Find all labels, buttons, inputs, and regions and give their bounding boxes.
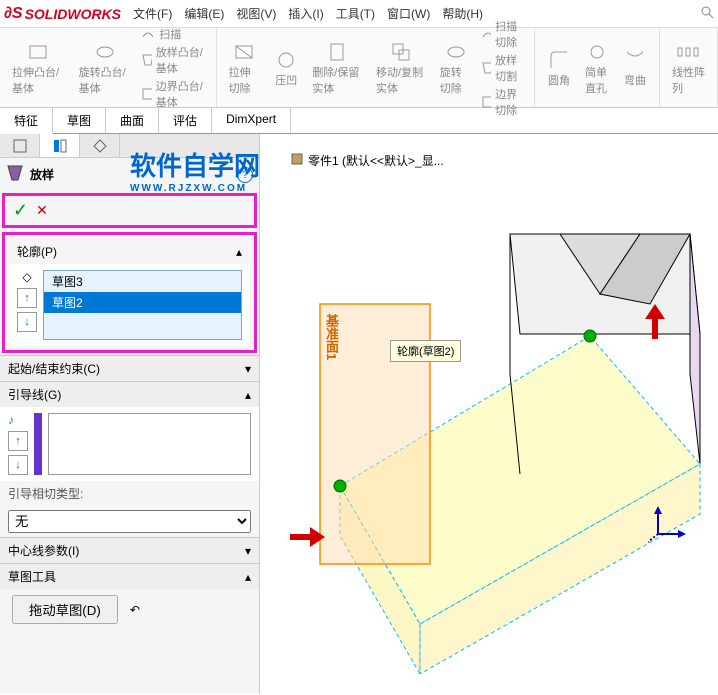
tangent-type-select[interactable]: 无 xyxy=(8,510,251,533)
sketch-tools-header[interactable]: 草图工具 ▴ xyxy=(0,564,259,589)
extrude-boss-button[interactable]: 拉伸凸台/基体 xyxy=(8,38,69,98)
tab-dimxpert[interactable]: DimXpert xyxy=(212,108,291,133)
property-manager: 放样 ? ✓ ✕ 轮廓(P) ▴ ◇ ↑ ↓ 草图3 xyxy=(0,134,260,694)
centerline-section: 中心线参数(I) ▾ xyxy=(0,537,259,563)
tangent-type-label: 引导相切类型: xyxy=(0,481,259,506)
indent-button[interactable]: 压凹 xyxy=(270,46,302,90)
tab-evaluate[interactable]: 评估 xyxy=(159,108,212,133)
model-view[interactable] xyxy=(260,134,718,674)
menu-file[interactable]: 文件(F) xyxy=(133,5,172,22)
sweep-button[interactable]: 扫描 xyxy=(141,26,207,42)
reference-plane-label[interactable]: 基准面1 xyxy=(322,314,341,360)
menu-bar: ∂S SOLIDWORKS 文件(F) 编辑(E) 视图(V) 插入(I) 工具… xyxy=(0,0,718,28)
sketch-tools-section: 草图工具 ▴ 拖动草图(D) ↶ xyxy=(0,563,259,630)
manipulator-arrow-horizontal[interactable] xyxy=(285,522,325,552)
menu-window[interactable]: 窗口(W) xyxy=(387,5,430,22)
confirm-bar: ✓ ✕ xyxy=(2,193,257,228)
guide-move-down-button[interactable]: ↓ xyxy=(8,455,28,475)
list-item[interactable]: 草图3 xyxy=(44,271,241,292)
menu-insert[interactable]: 插入(I) xyxy=(288,5,323,22)
tab-surfaces[interactable]: 曲面 xyxy=(106,108,159,133)
extrude-cut-button[interactable]: 拉伸切除 xyxy=(225,38,265,98)
menu-tools[interactable]: 工具(T) xyxy=(336,5,375,22)
guides-listbox[interactable] xyxy=(48,413,251,475)
guide-move-up-button[interactable]: ↑ xyxy=(8,431,28,451)
command-tabs: 特征 草图 曲面 评估 DimXpert xyxy=(0,108,718,134)
profiles-section: 轮廓(P) ▴ ◇ ↑ ↓ 草图3 草图2 xyxy=(2,232,257,353)
app-logo: ∂S SOLIDWORKS xyxy=(4,5,121,23)
delete-keep-button[interactable]: 删除/保留实体 xyxy=(308,38,366,98)
fillet-button[interactable]: 圆角 xyxy=(543,46,575,90)
sidebar-tab-config[interactable] xyxy=(80,134,120,157)
sidebar-tab-feature-tree[interactable] xyxy=(0,134,40,157)
profile-diamond-icon: ◇ xyxy=(17,270,37,284)
ribbon: 拉伸凸台/基体 旋转凸台/基体 扫描 放样凸台/基体 边界凸台/基体 拉伸切除 … xyxy=(0,28,718,108)
chevron-down-icon: ▾ xyxy=(245,362,251,376)
chevron-up-icon: ▴ xyxy=(236,245,242,259)
drag-sketch-button[interactable]: 拖动草图(D) xyxy=(12,595,118,624)
revolve-boss-button[interactable]: 旋转凸台/基体 xyxy=(75,38,136,98)
tab-sketch[interactable]: 草图 xyxy=(53,108,106,133)
menu-help[interactable]: 帮助(H) xyxy=(442,5,483,22)
chevron-up-icon: ▴ xyxy=(245,388,251,402)
guide-color-bar xyxy=(34,413,42,475)
revolve-cut-button[interactable]: 旋转切除 xyxy=(436,38,476,98)
menu-view[interactable]: 视图(V) xyxy=(236,5,276,22)
guide-curve-icon: ♪ xyxy=(8,413,28,427)
linear-pattern-button[interactable]: 线性阵列 xyxy=(668,38,709,98)
constraints-section: 起始/结束约束(C) ▾ xyxy=(0,355,259,381)
list-item[interactable]: 草图2 xyxy=(44,292,241,313)
wrap-button[interactable]: 弯曲 xyxy=(619,46,651,90)
loft-button[interactable]: 放样凸台/基体 xyxy=(141,44,207,76)
cancel-button[interactable]: ✕ xyxy=(36,202,48,219)
sidebar-tab-property[interactable] xyxy=(40,134,80,157)
chevron-up-icon: ▴ xyxy=(245,570,251,584)
feature-title: 放样 xyxy=(30,166,54,183)
ok-button[interactable]: ✓ xyxy=(13,200,28,221)
profiles-listbox[interactable]: 草图3 草图2 xyxy=(43,270,242,340)
sweep-cut-button[interactable]: 扫描切除 xyxy=(481,18,526,50)
boundary-button[interactable]: 边界凸台/基体 xyxy=(141,78,207,110)
search-icon[interactable] xyxy=(700,5,714,22)
3d-viewport[interactable]: 零件1 (默认<<默认>_显... 基准面1 轮廓(草图2) xyxy=(260,134,718,694)
solidworks-icon: ∂S xyxy=(4,5,23,23)
watermark: 软件自学网 WWW.RJZXW.COM xyxy=(130,146,260,194)
undo-icon[interactable]: ↶ xyxy=(130,603,140,617)
guides-section: 引导线(G) ▴ ♪ ↑ ↓ 引导相切类型: 无 xyxy=(0,381,259,537)
move-down-button[interactable]: ↓ xyxy=(17,312,37,332)
simple-hole-button[interactable]: 简单直孔 xyxy=(581,38,613,98)
loft-icon xyxy=(6,164,24,185)
move-up-button[interactable]: ↑ xyxy=(17,288,37,308)
tab-features[interactable]: 特征 xyxy=(0,108,53,134)
manipulator-arrow-vertical[interactable] xyxy=(640,304,670,344)
move-copy-button[interactable]: 移动/复制实体 xyxy=(372,38,430,98)
profile-tooltip: 轮廓(草图2) xyxy=(390,340,461,362)
profiles-header[interactable]: 轮廓(P) ▴ xyxy=(9,239,250,264)
guides-header[interactable]: 引导线(G) ▴ xyxy=(0,382,259,407)
view-triad[interactable] xyxy=(648,504,688,544)
chevron-down-icon: ▾ xyxy=(245,544,251,558)
loft-cut-button[interactable]: 放样切割 xyxy=(481,52,526,84)
constraints-header[interactable]: 起始/结束约束(C) ▾ xyxy=(0,356,259,381)
centerline-header[interactable]: 中心线参数(I) ▾ xyxy=(0,538,259,563)
menu-edit[interactable]: 编辑(E) xyxy=(184,5,224,22)
boundary-cut-button[interactable]: 边界切除 xyxy=(481,86,526,118)
